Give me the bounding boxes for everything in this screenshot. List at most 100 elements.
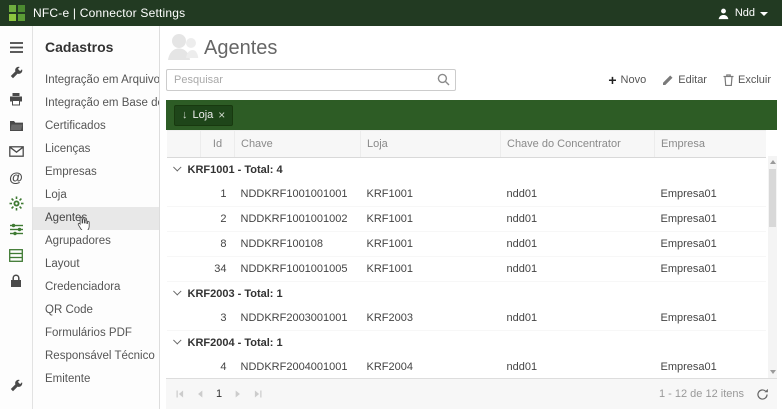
mail-icon[interactable] [3,138,29,164]
row-indent-cell [167,306,201,331]
sidebar-item-layout[interactable]: Layout [33,253,159,276]
sidebar-item-certificados[interactable]: Certificados [33,115,159,138]
sidebar-item-responsavel-tecnico[interactable]: Responsável Técnico [33,345,159,368]
sidebar: Cadastros Integração em ArquivoIntegraçã… [33,26,160,409]
sidebar-item-agrupadores[interactable]: Agrupadores [33,230,159,253]
layout-grid-icon[interactable] [3,242,29,268]
table-row[interactable]: 1NDDKRF1001001001KRF1001ndd01Empresa01 [167,182,766,207]
hand-cursor-icon [77,216,90,230]
edit-button[interactable]: Editar [662,74,707,86]
cell-concentrator: ndd01 [501,257,655,282]
table-row[interactable]: 2NDDKRF1001001002KRF1001ndd01Empresa01 [167,207,766,232]
cell-empresa: Empresa01 [655,355,766,378]
row-indent-cell [167,257,201,282]
refresh-icon[interactable] [756,388,769,401]
search-box [166,69,456,91]
group-header-cell: KRF1001 - Total: 4 [167,158,766,183]
new-button[interactable]: + Novo [608,74,646,86]
user-menu[interactable]: Ndd [717,7,782,20]
vertical-scrollbar[interactable] [768,156,777,378]
cell-chave: NDDKRF1001001001 [235,182,361,207]
edit-button-label: Editar [678,74,707,86]
last-page-button[interactable] [248,384,268,404]
scrollbar-thumb[interactable] [769,169,776,227]
grid-table: Id Chave Loja Chave do Concentrator Empr… [166,130,766,378]
delete-button-label: Excluir [738,74,771,86]
page-title: Agentes [204,37,277,60]
prev-page-button[interactable] [190,384,210,404]
cell-id: 3 [201,306,235,331]
table-row[interactable]: 8NDDKRF100108KRF1001ndd01Empresa01 [167,232,766,257]
collapse-group-icon[interactable] [173,163,181,171]
sidebar-item-formularios-pdf[interactable]: Formulários PDF [33,322,159,345]
table-row[interactable]: 4NDDKRF2004001001KRF2004ndd01Empresa01 [167,355,766,378]
grid-controls: + Novo Editar [166,68,777,92]
cell-chave: NDDKRF1001001005 [235,257,361,282]
group-header-row[interactable]: KRF2003 - Total: 1 [167,282,766,307]
scroll-down-icon[interactable] [770,370,776,374]
search-icon[interactable] [437,73,450,86]
page-header: Agentes [166,30,777,68]
group-chip-loja[interactable]: ↓ Loja × [174,105,233,126]
first-page-button[interactable] [170,384,190,404]
column-header-empresa[interactable]: Empresa [655,131,766,158]
tools-wrench-icon[interactable] [3,60,29,86]
table-row[interactable]: 3NDDKRF2003001001KRF2003ndd01Empresa01 [167,306,766,331]
sort-desc-icon[interactable]: ↓ [182,109,188,121]
remove-group-icon[interactable]: × [218,108,225,122]
sidebar-item-licencas[interactable]: Licenças [33,138,159,161]
menu-icon[interactable] [3,34,29,60]
sidebar-item-integracao-em-base-de-dados[interactable]: Integração em Base de Dados [33,92,159,115]
gear-icon[interactable] [3,190,29,216]
lock-icon[interactable] [3,268,29,294]
column-header-id[interactable]: Id [201,131,235,158]
cell-concentrator: ndd01 [501,182,655,207]
sidebar-item-agentes[interactable]: Agentes [33,207,159,230]
icon-rail: @ [0,26,33,409]
cell-id: 2 [201,207,235,232]
column-header-loja[interactable]: Loja [361,131,501,158]
collapse-group-icon[interactable] [173,287,181,295]
toolbar: + Novo Editar [608,74,777,86]
at-sign-icon[interactable]: @ [3,164,29,190]
sidebar-item-emitente[interactable]: Emitente [33,368,159,391]
folder-cadastros-icon[interactable] [3,112,29,138]
cell-id: 4 [201,355,235,378]
cell-empresa: Empresa01 [655,182,766,207]
app-title: NFC-e | Connector Settings [33,6,185,20]
cell-id: 34 [201,257,235,282]
column-header-chave[interactable]: Chave [235,131,361,158]
scroll-up-icon[interactable] [770,160,776,164]
current-page[interactable]: 1 [210,388,228,400]
sidebar-item-qr-code[interactable]: QR Code [33,299,159,322]
plus-icon: + [608,75,616,85]
search-input[interactable] [166,69,456,91]
cell-empresa: Empresa01 [655,257,766,282]
cell-chave: NDDKRF2004001001 [235,355,361,378]
sidebar-item-integracao-em-arquivo[interactable]: Integração em Arquivo [33,69,159,92]
cell-chave: NDDKRF2003001001 [235,306,361,331]
column-header-concentrator[interactable]: Chave do Concentrator [501,131,655,158]
delete-button[interactable]: Excluir [723,74,771,86]
trash-icon [723,74,734,86]
next-page-button[interactable] [228,384,248,404]
cell-loja: KRF2004 [361,355,501,378]
printer-icon[interactable] [3,86,29,112]
at-glyph: @ [9,170,23,184]
sidebar-item-credenciadora[interactable]: Credenciadora [33,276,159,299]
sliders-icon[interactable] [3,216,29,242]
table-row[interactable]: 34NDDKRF1001001005KRF1001ndd01Empresa01 [167,257,766,282]
group-header-row[interactable]: KRF2004 - Total: 1 [167,331,766,356]
collapse-group-icon[interactable] [173,336,181,344]
cell-empresa: Empresa01 [655,232,766,257]
settings-wrench-icon[interactable] [3,373,29,399]
pager: 1 1 - 12 de 12 itens [166,378,777,409]
sidebar-item-loja[interactable]: Loja [33,184,159,207]
cell-concentrator: ndd01 [501,207,655,232]
header-row: Id Chave Loja Chave do Concentrator Empr… [167,131,766,158]
cell-concentrator: ndd01 [501,355,655,378]
sidebar-item-empresas[interactable]: Empresas [33,161,159,184]
row-indent-cell [167,355,201,378]
group-header-row[interactable]: KRF1001 - Total: 4 [167,158,766,183]
grouping-bar[interactable]: ↓ Loja × [166,100,777,130]
